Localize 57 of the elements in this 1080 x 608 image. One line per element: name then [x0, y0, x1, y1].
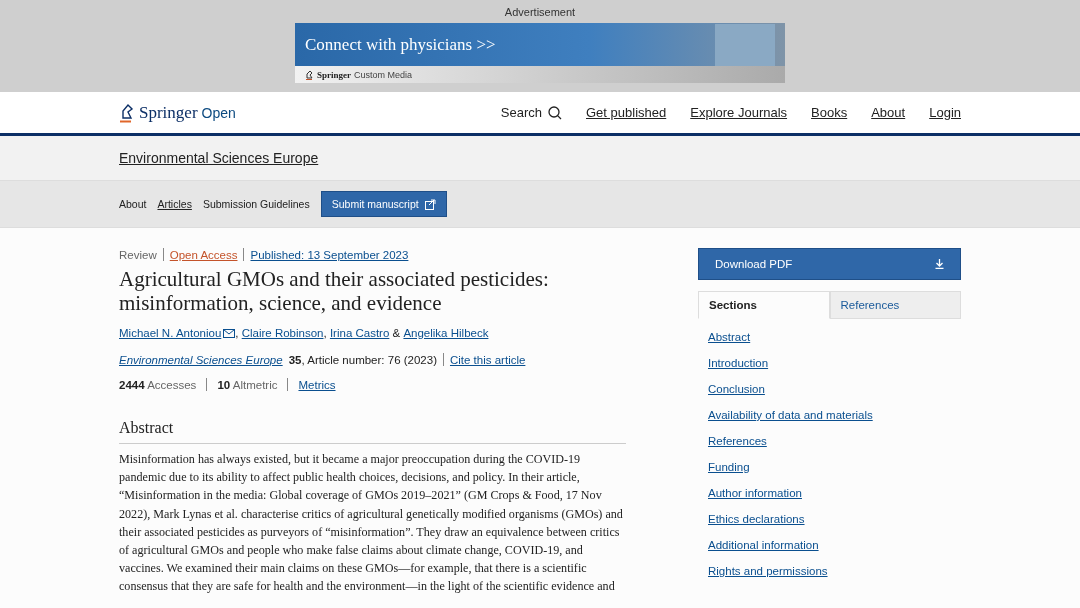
metrics-link[interactable]: Metrics: [298, 378, 336, 391]
article-number: , Article number: 76 (2023): [301, 353, 437, 366]
section-link[interactable]: Introduction: [708, 357, 769, 369]
section-link[interactable]: Availability of data and materials: [708, 409, 873, 421]
article-title: Agricultural GMOs and their associated pesticides: misinformation, science, and evidence: [119, 267, 550, 315]
section-link[interactable]: Rights and permissions: [708, 565, 828, 577]
cite-link[interactable]: Cite this article: [449, 353, 526, 366]
author-link[interactable]: Claire Robinson: [241, 327, 324, 339]
section-link[interactable]: Conclusion: [708, 383, 765, 395]
header-link[interactable]: Books: [811, 105, 848, 120]
sidebar-tab[interactable]: References: [829, 291, 961, 319]
logo-brand[interactable]: Springer: [139, 102, 198, 123]
advertisement-label: Advertisement: [504, 6, 576, 19]
header-link[interactable]: Login: [929, 105, 961, 120]
abstract-text: Misinformation has always existed, but it became a major preoccupation during the COVID-19 pandemic due to its ability to affect public health choices, decisions, and policy. In their article, “Misinformation in the media: Global coverage of GMOs 2019–2021” (GM Crops & Food, 17 Nov 2022), Mark Lynas et al. characterise critics of agricultural genetically modified organisms (GMOs) and their associated pesticides as purveyors of “misinformation”. They draw an equivalence between critics of agricultural GMOs and people who make false claims about climate change, COVID-19, and vaccines. We examined their main claims on these GMOs—for example, that there is a scientific consensus that they are safe for health and the environment—in the light of the scientific evidence and: [119, 451, 624, 596]
advertisement-banner[interactable]: Connect with physicians >> Springer Custom Media: [295, 23, 785, 83]
section-link[interactable]: Ethics declarations: [708, 513, 805, 525]
author-link[interactable]: Angelika Hilbeck: [403, 327, 489, 339]
open-access-link[interactable]: Open Access: [169, 248, 238, 261]
section-link[interactable]: Author information: [708, 487, 802, 499]
author-separator: &: [391, 327, 402, 339]
horse-logo-icon: [305, 69, 314, 80]
header-link[interactable]: Get published: [586, 105, 667, 120]
author-link[interactable]: Irina Castro: [329, 327, 390, 339]
header-link[interactable]: About: [871, 105, 906, 120]
submit-manuscript-button[interactable]: Submit manuscript: [320, 191, 447, 217]
photo-placeholder: [715, 24, 775, 66]
sponsor-unit: Custom Media: [354, 69, 413, 80]
metric-count: 2444 Accesses: [119, 378, 197, 391]
search-button[interactable]: Search: [500, 105, 562, 120]
metric-count: 10 Altmetric: [217, 378, 278, 391]
abstract-heading: Abstract: [119, 419, 626, 444]
journal-nav-link[interactable]: Articles: [157, 198, 192, 210]
section-link[interactable]: Funding: [708, 461, 750, 473]
author-link[interactable]: Michael N. Antoniou: [119, 327, 222, 339]
banner-headline: Connect with physicians >>: [305, 34, 496, 55]
journal-link[interactable]: Environmental Sciences Europe: [119, 353, 283, 366]
journal-nav-link[interactable]: About: [119, 198, 147, 210]
horse-logo-icon[interactable]: [119, 102, 135, 123]
section-link[interactable]: References: [708, 435, 767, 447]
published-date-link[interactable]: Published: 13 September 2023: [250, 248, 409, 261]
journal-nav-link[interactable]: Submission Guidelines: [202, 198, 310, 210]
section-link[interactable]: Abstract: [708, 331, 751, 343]
journal-title-link[interactable]: Environmental Sciences Europe: [119, 150, 319, 166]
author-separator: ,: [323, 327, 328, 339]
author-separator: ,: [235, 327, 240, 339]
logo-suffix[interactable]: Open: [201, 104, 236, 121]
section-link[interactable]: Additional information: [708, 539, 819, 551]
header-link[interactable]: Explore Journals: [690, 105, 788, 120]
sponsor-brand: Springer: [317, 69, 351, 80]
envelope-icon[interactable]: [223, 328, 236, 338]
sidebar-tab[interactable]: Sections: [698, 291, 830, 319]
search-icon: [548, 105, 562, 120]
article-type: Review: [119, 248, 157, 261]
download-pdf-button[interactable]: Download PDF: [698, 248, 961, 280]
external-link-icon: [424, 198, 436, 210]
download-icon: [935, 259, 944, 269]
